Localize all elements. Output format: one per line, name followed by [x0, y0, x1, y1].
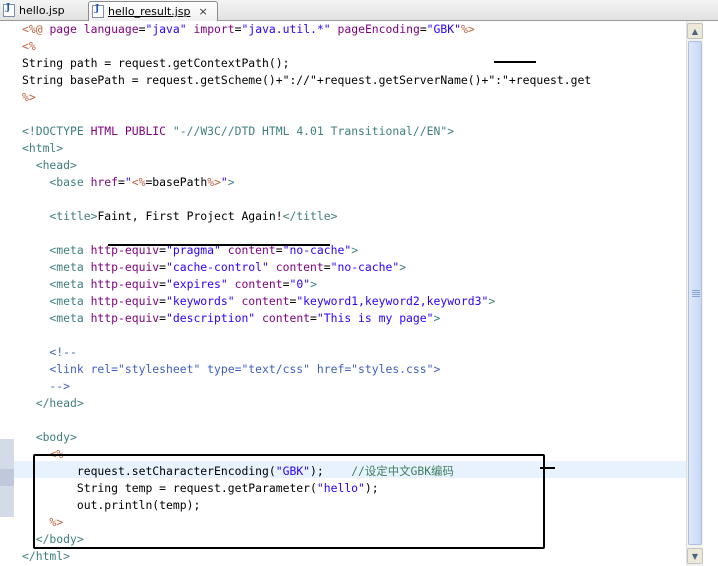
jsp-file-icon [3, 3, 15, 17]
code-line: <meta http-equiv="description" content="… [22, 311, 441, 325]
tab-label: hello.jsp [19, 4, 65, 17]
jsp-file-icon [92, 4, 104, 18]
code-line: <% [22, 39, 36, 53]
annotation-underline-title [108, 244, 330, 246]
editor-right-margin [703, 21, 718, 566]
code-line: <meta http-equiv="expires" content="0"> [22, 277, 317, 291]
editor-left-ruler [0, 21, 14, 566]
tab-label: hello_result.jsp [108, 5, 191, 18]
code-line: String path = request.getContextPath(); [22, 56, 290, 70]
code-line: <!-- [22, 345, 77, 359]
code-line: <head> [22, 158, 77, 172]
code-line: --> [22, 379, 71, 393]
code-line: String basePath = request.getScheme()+":… [22, 73, 592, 87]
code-line: <body> [22, 430, 77, 444]
tab-hello-jsp[interactable]: hello.jsp [0, 2, 86, 19]
code-line: <!DOCTYPE HTML PUBLIC "-//W3C//DTD HTML … [22, 124, 455, 138]
vertical-scrollbar[interactable]: ▲ ▼ [686, 21, 704, 566]
code-line: <title>Faint, First Project Again!</titl… [22, 209, 338, 223]
code-line: <meta http-equiv="cache-control" content… [22, 260, 407, 274]
tab-hello-result-jsp[interactable]: hello_result.jsp × [88, 1, 218, 21]
code-line: </html> [22, 549, 71, 563]
code-line: <link rel="stylesheet" type="text/css" h… [22, 362, 441, 376]
code-editor[interactable]: <%@ page language="java" import="java.ut… [0, 21, 686, 566]
close-tab-icon[interactable]: × [198, 5, 207, 18]
scroll-up-button[interactable]: ▲ [687, 23, 703, 39]
scroll-down-button[interactable]: ▼ [687, 548, 703, 564]
code-line: <html> [22, 141, 64, 155]
scrollbar-thumb[interactable] [688, 41, 702, 545]
annotation-box-body [33, 454, 545, 549]
grip-icon [692, 290, 700, 298]
code-line: <meta http-equiv="keywords" content="key… [22, 294, 496, 308]
code-line: <base href="<%=basePath%>"> [22, 175, 235, 189]
annotation-underline-gbk [494, 61, 536, 63]
code-line: <%@ page language="java" import="java.ut… [22, 22, 475, 36]
current-line-marker [0, 469, 14, 486]
annotation-box-stroke [540, 467, 555, 469]
code-line: </head> [22, 396, 84, 410]
editor-tab-bar: hello.jsp hello_result.jsp × [0, 0, 718, 21]
code-line: %> [22, 90, 36, 104]
